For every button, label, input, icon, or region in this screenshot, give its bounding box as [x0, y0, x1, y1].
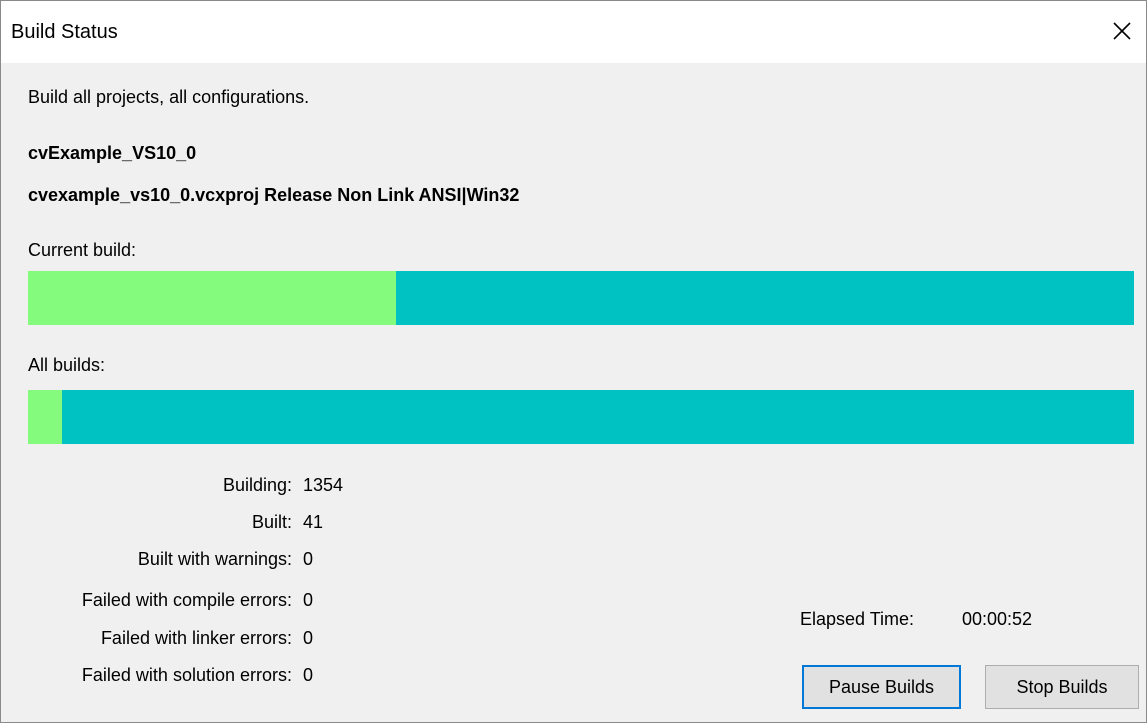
all-builds-label: All builds: — [28, 355, 106, 375]
all-builds-progress-bar — [28, 390, 1134, 444]
project-configuration: cvexample_vs10_0.vcxproj Release Non Lin… — [28, 185, 520, 205]
current-build-progress-fill — [28, 271, 397, 325]
stat-compile-errors-value: 0 — [303, 590, 314, 610]
stat-compile-errors-label: Failed with compile errors: — [81, 590, 292, 610]
pause-builds-button[interactable]: Pause Builds — [802, 665, 961, 709]
stat-linker-errors-label: Failed with linker errors: — [100, 628, 292, 648]
current-build-label: Current build: — [28, 240, 137, 260]
stat-built-with-warnings-label: Built with warnings: — [137, 549, 292, 569]
elapsed-time-label: Elapsed Time: — [800, 609, 915, 629]
close-button[interactable] — [1098, 1, 1146, 63]
stat-solution-errors-label: Failed with solution errors: — [81, 665, 292, 685]
current-build-progress-bar — [28, 271, 1134, 325]
stat-built-value: 41 — [303, 512, 324, 532]
stat-built-with-warnings-value: 0 — [303, 549, 314, 569]
stat-building-label: Building: — [222, 475, 292, 495]
title-bar: Build Status — [1, 1, 1146, 63]
close-icon — [1113, 22, 1131, 40]
all-builds-progress-fill — [28, 390, 63, 444]
elapsed-time-value: 00:00:52 — [962, 609, 1033, 629]
stat-linker-errors-value: 0 — [303, 628, 314, 648]
stop-builds-button[interactable]: Stop Builds — [985, 665, 1139, 709]
project-name: cvExample_VS10_0 — [28, 143, 197, 163]
window-title: Build Status — [11, 21, 118, 43]
stat-solution-errors-value: 0 — [303, 665, 314, 685]
build-description: Build all projects, all configurations. — [28, 87, 310, 107]
stat-building-value: 1354 — [303, 475, 344, 495]
build-status-dialog: Build Status Build all projects, all con… — [0, 0, 1147, 723]
stat-built-label: Built: — [251, 512, 292, 532]
